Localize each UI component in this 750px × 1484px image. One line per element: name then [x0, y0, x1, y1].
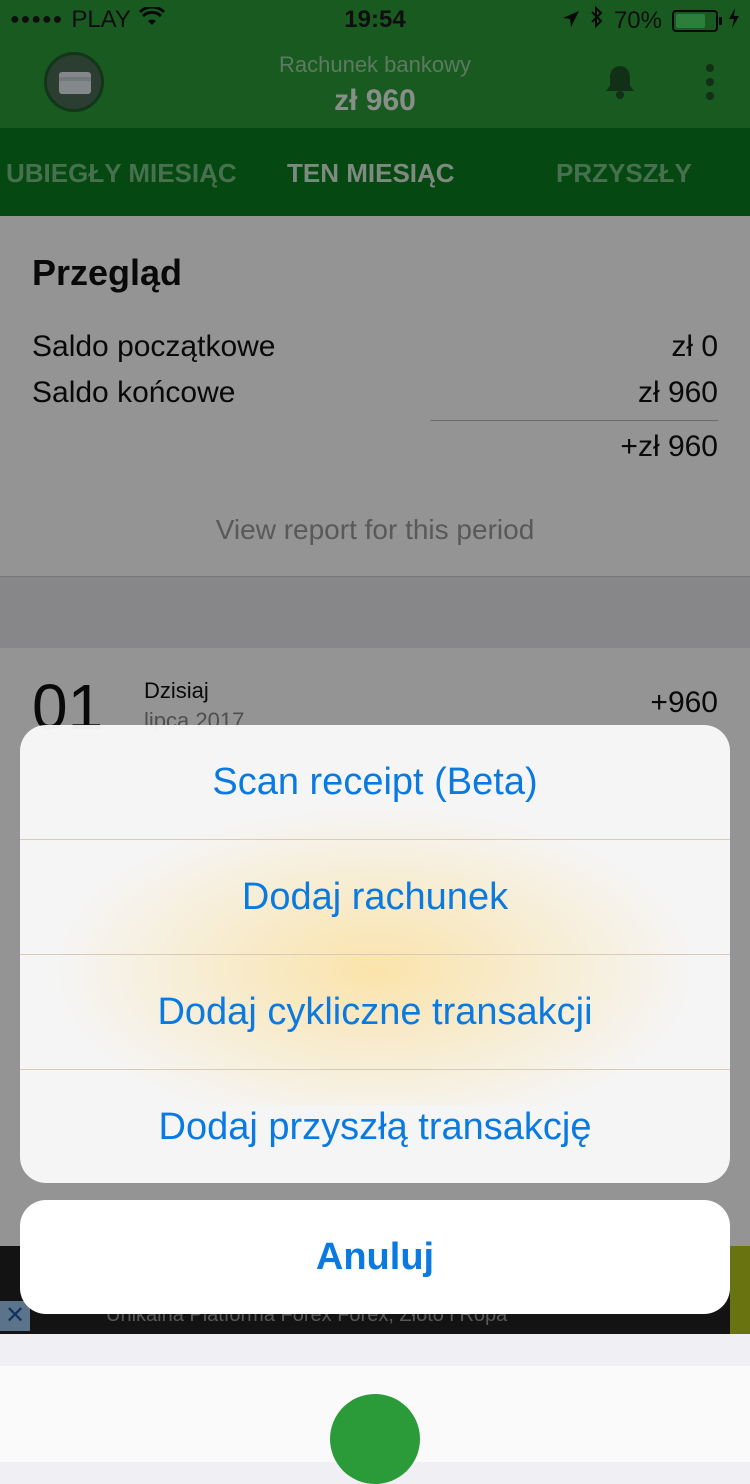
add-transaction-button[interactable]: [330, 1394, 420, 1484]
add-recurring-transaction-button[interactable]: Dodaj cykliczne transakcji: [20, 955, 730, 1070]
add-bill-button[interactable]: Dodaj rachunek: [20, 840, 730, 955]
scan-receipt-button[interactable]: Scan receipt (Beta): [20, 725, 730, 840]
cancel-button[interactable]: Anuluj: [20, 1200, 730, 1314]
add-future-transaction-button[interactable]: Dodaj przyszłą transakcję: [20, 1070, 730, 1183]
action-sheet: Scan receipt (Beta) Dodaj rachunek Dodaj…: [20, 725, 730, 1183]
bottom-toolbar: [0, 1366, 750, 1484]
